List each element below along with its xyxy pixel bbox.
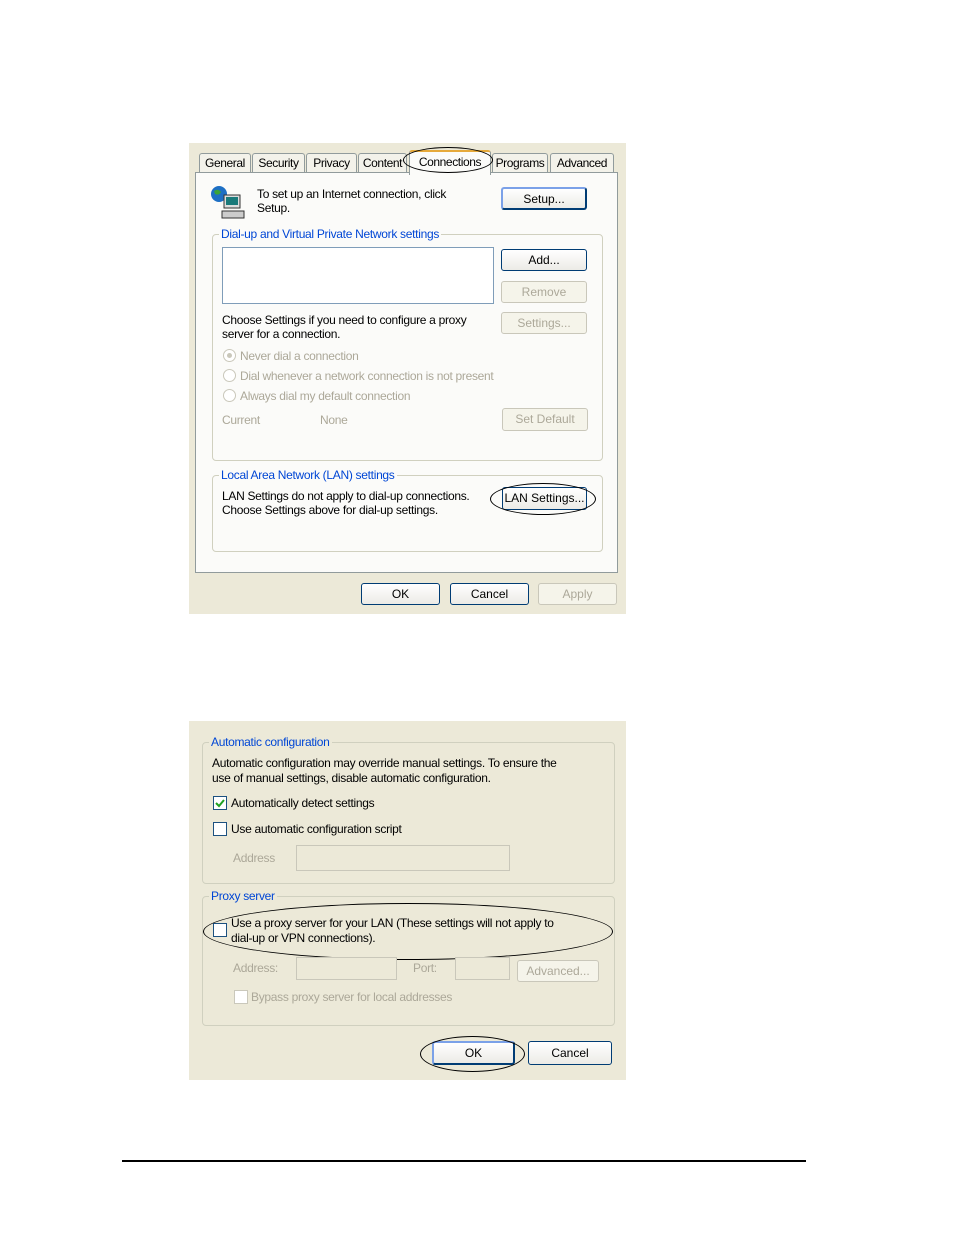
radio-label: Never dial a connection (240, 349, 359, 363)
use-proxy-checkbox[interactable] (213, 923, 227, 937)
bypass-label: Bypass proxy server for local addresses (251, 990, 453, 1004)
radio-label: Dial whenever a network connection is no… (240, 369, 494, 383)
auto-config-text: Automatic configuration may override man… (212, 756, 557, 770)
radio-never-dial (223, 349, 236, 362)
proxy-address-input (296, 957, 397, 980)
auto-config-legend: Automatic configuration (209, 735, 332, 749)
setup-text: To set up an Internet connection, click (257, 187, 447, 201)
auto-script-checkbox[interactable] (213, 822, 227, 836)
port-label: Port: (413, 961, 437, 975)
dialup-legend: Dial-up and Virtual Private Network sett… (219, 227, 442, 241)
bypass-checkbox (234, 990, 248, 1004)
proxy-legend: Proxy server (209, 889, 277, 903)
connections-listbox[interactable] (222, 247, 494, 304)
footer-rule (122, 1160, 806, 1162)
proxy-hint: Choose Settings if you need to configure… (222, 313, 467, 327)
auto-script-label: Use automatic configuration script (231, 822, 402, 836)
setup-button[interactable]: Setup... (501, 187, 587, 210)
radio-always-dial (223, 389, 236, 402)
tab-general[interactable]: General (199, 153, 251, 173)
tab-programs[interactable]: Programs (492, 153, 548, 173)
current-value: None (320, 413, 348, 427)
auto-config-text: use of manual settings, disable automati… (212, 771, 491, 785)
settings-button: Settings... (501, 312, 587, 334)
lan-text: Choose Settings above for dial-up settin… (222, 503, 438, 517)
lan-text: LAN Settings do not apply to dial-up con… (222, 489, 470, 503)
tab-connections[interactable]: Connections (409, 150, 491, 175)
setup-text: Setup. (257, 201, 290, 215)
remove-button: Remove (501, 281, 587, 303)
port-input (455, 957, 510, 980)
ok-button[interactable]: OK (361, 583, 440, 605)
lan-settings-button[interactable]: LAN Settings... (502, 487, 587, 510)
checkmark-icon (215, 799, 225, 808)
script-address-label: Address (233, 851, 275, 865)
cancel-button[interactable]: Cancel (528, 1041, 612, 1065)
use-proxy-label: Use a proxy server for your LAN (These s… (231, 916, 554, 930)
ok-button[interactable]: OK (432, 1041, 515, 1065)
cancel-button[interactable]: Cancel (450, 583, 529, 605)
tab-security[interactable]: Security (252, 153, 305, 173)
network-computer-icon (211, 186, 245, 219)
set-default-button: Set Default (502, 408, 588, 431)
tab-advanced[interactable]: Advanced (550, 153, 614, 173)
lan-legend: Local Area Network (LAN) settings (219, 468, 397, 482)
script-address-input (296, 845, 510, 871)
apply-button: Apply (538, 583, 617, 605)
radio-label: Always dial my default connection (240, 389, 411, 403)
auto-detect-label: Automatically detect settings (231, 796, 375, 810)
current-label: Current (222, 413, 260, 427)
add-button[interactable]: Add... (501, 249, 587, 271)
tab-content[interactable]: Content (358, 153, 407, 173)
advanced-button: Advanced... (517, 960, 599, 982)
proxy-hint: server for a connection. (222, 327, 341, 341)
use-proxy-label: dial-up or VPN connections). (231, 931, 376, 945)
radio-dial-whenever (223, 369, 236, 382)
proxy-address-label: Address: (233, 961, 278, 975)
auto-detect-checkbox[interactable] (213, 796, 227, 810)
tab-privacy[interactable]: Privacy (306, 153, 357, 173)
